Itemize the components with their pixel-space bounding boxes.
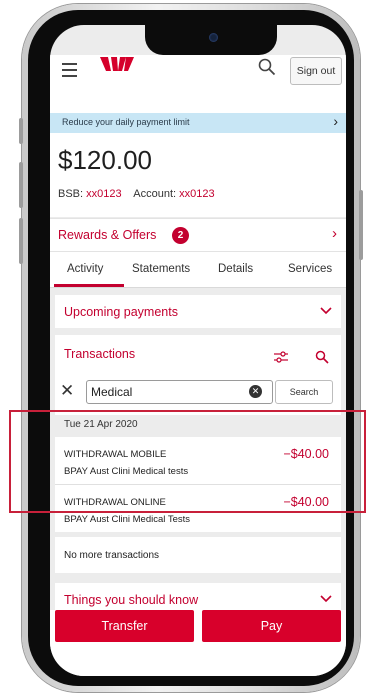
highlight-box [9, 410, 366, 513]
side-button [19, 218, 23, 264]
chevron-down-icon [320, 595, 332, 603]
things-title: Things you should know [64, 593, 199, 607]
no-more-transactions: No more transactions [55, 537, 341, 573]
westpac-logo[interactable] [100, 57, 140, 75]
tab-details[interactable]: Details [218, 263, 253, 275]
chevron-right-icon: › [333, 113, 338, 129]
search-icon[interactable] [258, 58, 276, 76]
transaction-search-input[interactable]: Medical ✕ [86, 380, 273, 404]
front-camera [209, 33, 218, 42]
close-search-icon[interactable]: ✕ [60, 381, 74, 401]
side-button [19, 162, 23, 208]
transaction-description: BPAY Aust Clini Medical Tests [64, 514, 191, 525]
transactions-title: Transactions [64, 347, 136, 361]
upcoming-payments-card[interactable]: Upcoming payments [55, 295, 341, 328]
account-label: Account: [133, 188, 177, 200]
pay-button[interactable]: Pay [202, 610, 341, 642]
filter-icon[interactable] [274, 351, 288, 363]
transfer-button[interactable]: Transfer [55, 610, 194, 642]
search-transactions-icon[interactable] [315, 350, 329, 364]
upcoming-payments-title: Upcoming payments [64, 305, 178, 319]
account-details: BSB: xx0123 Account: xx0123 [58, 188, 215, 200]
account-summary: $120.00 BSB: xx0123 Account: xx0123 [50, 133, 346, 217]
tab-services[interactable]: Services [288, 263, 332, 275]
rewards-label: Rewards & Offers [58, 228, 157, 242]
bsb-label: BSB: [58, 188, 84, 200]
account-tabs: Activity Statements Details Services [50, 251, 346, 288]
no-more-text: No more transactions [64, 550, 160, 561]
side-button [19, 118, 23, 144]
app-screen: Sign out Reduce your daily payment limit… [50, 25, 346, 676]
search-button[interactable]: Search [275, 380, 333, 404]
rewards-badge: 2 [172, 227, 189, 244]
clear-search-icon[interactable]: ✕ [249, 385, 262, 398]
action-footer: Transfer Pay [50, 610, 346, 676]
sign-out-button[interactable]: Sign out [290, 57, 342, 85]
menu-icon[interactable] [62, 63, 77, 77]
rewards-offers-row[interactable]: Rewards & Offers 2 › [50, 218, 346, 251]
active-tab-indicator [54, 284, 124, 287]
chevron-down-icon [320, 307, 332, 315]
bsb-value: xx0123 [86, 188, 122, 200]
search-value: Medical [91, 385, 133, 399]
account-balance: $120.00 [58, 145, 152, 175]
side-button [359, 190, 363, 260]
chevron-right-icon: › [332, 225, 337, 242]
tab-activity[interactable]: Activity [67, 263, 103, 275]
tab-statements[interactable]: Statements [132, 263, 190, 275]
notice-text: Reduce your daily payment limit [62, 117, 190, 127]
payment-limit-notice[interactable]: Reduce your daily payment limit › [50, 113, 346, 133]
account-number: xx0123 [179, 188, 215, 200]
